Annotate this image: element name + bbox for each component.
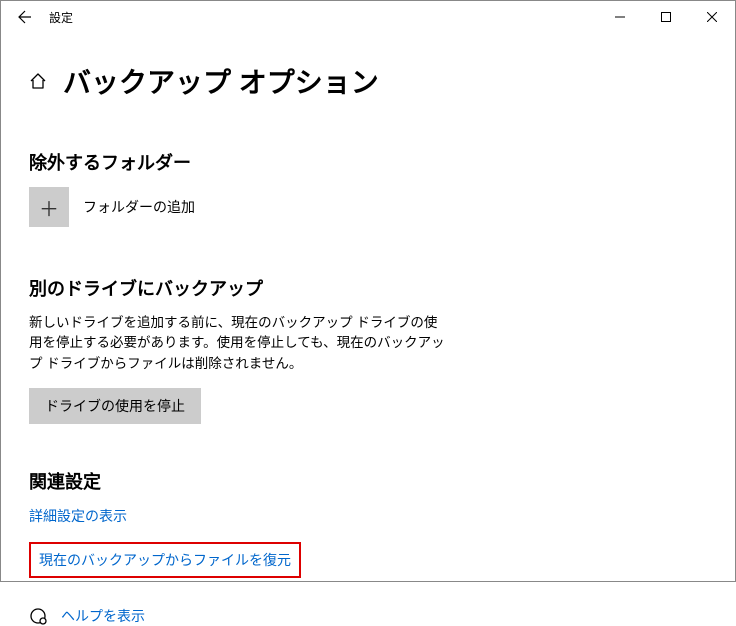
minimize-button[interactable] xyxy=(597,1,643,33)
close-icon xyxy=(707,12,717,22)
restore-highlight-box: 現在のバックアップからファイルを復元 xyxy=(29,542,301,578)
home-icon xyxy=(29,72,47,90)
related-heading: 関連設定 xyxy=(29,468,707,494)
maximize-button[interactable] xyxy=(643,1,689,33)
add-folder-row[interactable]: ＋ フォルダーの追加 xyxy=(29,187,707,227)
help-row[interactable]: ヘルプを表示 xyxy=(29,606,707,626)
plus-icon: ＋ xyxy=(39,193,59,222)
page-title: バックアップ オプション xyxy=(63,61,379,101)
arrow-left-icon xyxy=(17,9,33,25)
other-drive-heading: 別のドライブにバックアップ xyxy=(29,275,707,301)
restore-files-link[interactable]: 現在のバックアップからファイルを復元 xyxy=(39,550,291,570)
window-controls xyxy=(597,1,735,33)
other-drive-description: 新しいドライブを追加する前に、現在のバックアップ ドライブの使用を停止する必要が… xyxy=(29,313,449,374)
window-title: 設定 xyxy=(49,9,73,26)
advanced-settings-link[interactable]: 詳細設定の表示 xyxy=(29,506,127,526)
close-button[interactable] xyxy=(689,1,735,33)
help-link[interactable]: ヘルプを表示 xyxy=(61,606,145,626)
content-area: バックアップ オプション 除外するフォルダー ＋ フォルダーの追加 別のドライブ… xyxy=(1,33,735,626)
minimize-icon xyxy=(615,12,625,22)
page-header: バックアップ オプション xyxy=(29,61,707,101)
titlebar: 設定 xyxy=(1,1,735,33)
home-button[interactable] xyxy=(29,72,47,90)
add-folder-label: フォルダーの追加 xyxy=(83,197,195,217)
add-folder-button[interactable]: ＋ xyxy=(29,187,69,227)
maximize-icon xyxy=(661,12,671,22)
help-icon xyxy=(29,607,47,625)
back-button[interactable] xyxy=(9,1,41,33)
exclude-heading: 除外するフォルダー xyxy=(29,149,707,175)
stop-drive-button[interactable]: ドライブの使用を停止 xyxy=(29,388,201,424)
